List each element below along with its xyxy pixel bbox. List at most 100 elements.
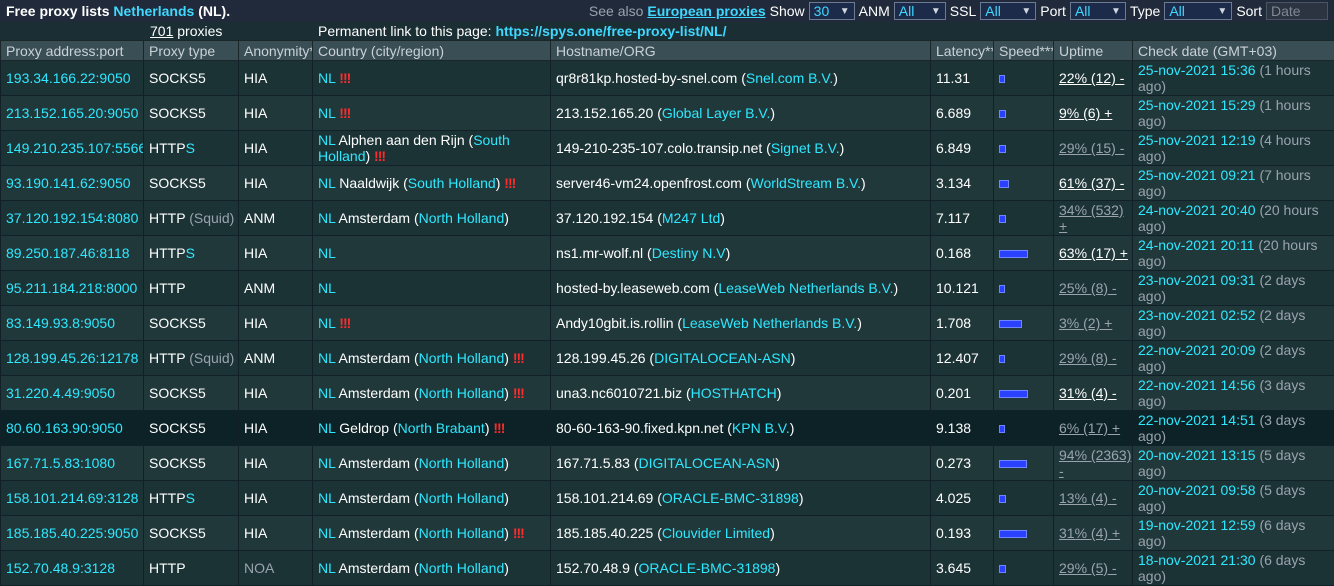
country-code[interactable]: NL [318,280,336,296]
region-name[interactable]: North Holland [419,455,505,471]
org-name[interactable]: ORACLE-BMC-31898 [639,560,776,576]
column-header[interactable]: Uptime [1054,41,1133,61]
uptime-link[interactable]: 6% (17) + [1059,420,1120,436]
country-code[interactable]: NL [318,210,335,226]
column-header[interactable]: Latency** [931,41,994,61]
region-name[interactable]: North Holland [419,385,505,401]
proxy-address[interactable]: 152.70.48.9:3128 [6,560,115,576]
sort-select[interactable]: Date [1266,2,1328,20]
column-header[interactable]: Check date (GMT+03) [1133,41,1334,61]
proxy-address[interactable]: 93.190.141.62:9050 [6,175,131,191]
proxy-table: Proxy address:portProxy typeAnonymity*Co… [0,40,1334,586]
port-label: Port [1040,3,1066,19]
uptime-link[interactable]: 29% (15) - [1059,140,1124,156]
proxy-address[interactable]: 37.120.192.154:8080 [6,210,138,226]
uptime-link[interactable]: 3% (2) + [1059,315,1112,331]
country-code[interactable]: NL [318,350,335,366]
country-code[interactable]: NL [318,490,335,506]
uptime-link[interactable]: 29% (8) - [1059,350,1117,366]
uptime-link[interactable]: 31% (4) + [1059,525,1120,541]
proxy-address[interactable]: 185.185.40.225:9050 [6,525,138,541]
proxy-address[interactable]: 80.60.163.90:9050 [6,420,123,436]
org-name[interactable]: Signet B.V. [771,140,840,156]
org-name[interactable]: HOSTHATCH [691,385,777,401]
proxy-address[interactable]: 31.220.4.49:9050 [6,385,115,401]
region-name[interactable]: North Brabant [398,420,485,436]
country-code[interactable]: NL [318,70,335,86]
country-code[interactable]: NL [318,385,335,401]
proxy-address-cell: 95.211.184.218:8000 [1,271,144,306]
proxy-address[interactable]: 167.71.5.83:1080 [6,455,115,471]
org-name[interactable]: KPN B.V. [732,420,790,436]
column-header[interactable]: Hostname/ORG [551,41,931,61]
filter-controls: See also European proxies Show 30▼ ANM A… [589,0,1328,22]
column-header[interactable]: Proxy type [144,41,239,61]
column-header[interactable]: Speed*** [994,41,1054,61]
check-date: 24-nov-2021 20:40 [1138,202,1256,218]
permanent-link-label: Permanent link to this page: [318,23,492,39]
proxy-address[interactable]: 89.250.187.46:8118 [6,245,130,261]
speed-bar [999,285,1005,293]
uptime-link[interactable]: 22% (12) - [1059,70,1124,86]
uptime-link[interactable]: 9% (6) + [1059,105,1112,121]
country-code[interactable]: NL [318,420,335,436]
region-name[interactable]: North Holland [419,350,505,366]
org-name[interactable]: Snel.com B.V. [746,70,833,86]
org-name[interactable]: DIGITALOCEAN-ASN [654,350,791,366]
proxy-address[interactable]: 83.149.93.8:9050 [6,315,115,331]
region-name[interactable]: North Holland [419,525,505,541]
page-title: Free proxy lists Netherlands (NL). [6,3,230,19]
proxy-address[interactable]: 193.34.166.22:9050 [6,70,131,86]
uptime-link[interactable]: 61% (37) - [1059,175,1124,191]
org-name[interactable]: Clouvider Limited [662,525,770,541]
country-code[interactable]: NL [318,315,335,331]
country-code[interactable]: NL [318,175,335,191]
org-name[interactable]: LeaseWeb Netherlands B.V. [718,280,893,296]
european-proxies-link[interactable]: European proxies [647,3,765,19]
country-code[interactable]: NL [318,525,335,541]
uptime-link[interactable]: 63% (17) + [1059,245,1128,261]
permanent-link-url[interactable]: https://spys.one/free-proxy-list/NL/ [495,23,726,39]
region-name[interactable]: North Holland [419,210,505,226]
proxy-address[interactable]: 95.211.184.218:8000 [6,280,137,296]
proxy-address[interactable]: 128.199.45.26:12178 [6,350,138,366]
check-date-cell: 22-nov-2021 14:56 (3 days ago) [1133,376,1334,411]
region-name[interactable]: North Holland [419,490,505,506]
org-name[interactable]: DIGITALOCEAN-ASN [639,455,776,471]
org-name[interactable]: Global Layer B.V. [662,105,770,121]
country-code[interactable]: NL [318,245,336,261]
proxy-address[interactable]: 158.101.214.69:3128 [6,490,138,506]
uptime-link[interactable]: 29% (5) - [1059,560,1117,576]
proxy-type-cell: HTTP [144,551,239,586]
country-code[interactable]: NL [318,132,335,148]
country-code[interactable]: NL [318,455,335,471]
ssl-select[interactable]: All▼ [980,2,1036,20]
uptime-link[interactable]: 34% (532) + [1059,202,1124,234]
port-select-value: All [1075,3,1091,19]
column-header[interactable]: Anonymity* [239,41,313,61]
show-select[interactable]: 30▼ [809,2,855,20]
uptime-link[interactable]: 25% (8) - [1059,280,1117,296]
org-name[interactable]: WorldStream B.V. [751,175,862,191]
country-code[interactable]: NL [318,560,335,576]
region-name[interactable]: North Holland [419,560,505,576]
proxy-count-number[interactable]: 701 [150,23,173,39]
port-select[interactable]: All▼ [1070,2,1126,20]
anm-select[interactable]: All▼ [894,2,946,20]
org-name[interactable]: M247 Ltd [662,210,720,226]
proxy-address[interactable]: 213.152.165.20:9050 [6,105,138,121]
type-select-value: All [1169,3,1185,19]
type-select[interactable]: All▼ [1164,2,1232,20]
region-name[interactable]: South Holland [408,175,496,191]
org-name[interactable]: LeaseWeb Netherlands B.V. [682,315,857,331]
uptime-link[interactable]: 13% (4) - [1059,490,1117,506]
proxy-type-suffix: S [186,490,195,506]
proxy-address[interactable]: 149.210.235.107:5566 [6,140,144,156]
org-name[interactable]: ORACLE-BMC-31898 [662,490,799,506]
column-header[interactable]: Country (city/region) [313,41,551,61]
country-code[interactable]: NL [318,105,335,121]
column-header[interactable]: Proxy address:port [1,41,144,61]
uptime-link[interactable]: 31% (4) - [1059,385,1117,401]
uptime-link[interactable]: 94% (2363) - [1059,447,1131,479]
org-name[interactable]: Destiny N.V [652,245,726,261]
